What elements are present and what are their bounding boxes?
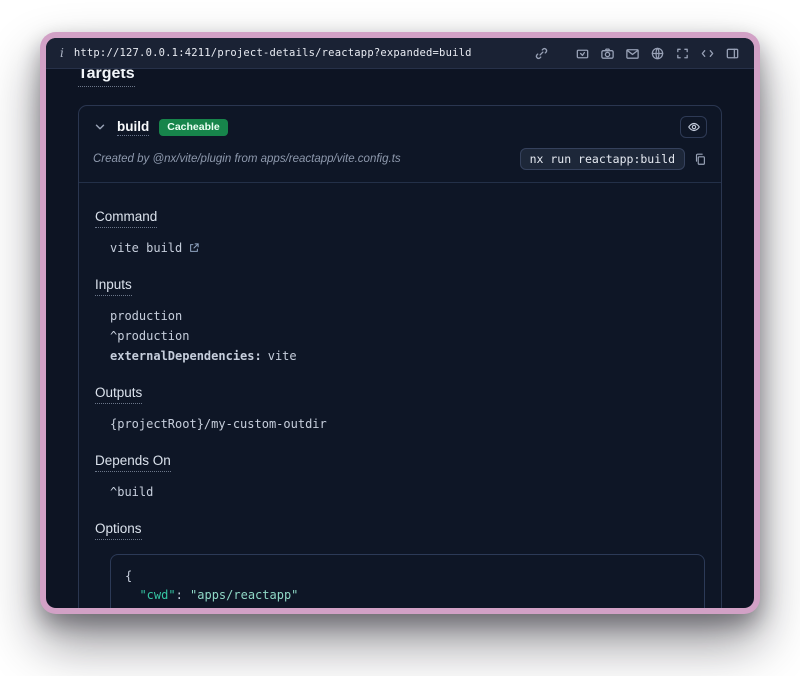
url-text[interactable]: http://127.0.0.1:4211/project-details/re…: [74, 47, 472, 59]
created-by-text: Created by @nx/vite/plugin from apps/rea…: [93, 153, 401, 165]
code-icon[interactable]: [700, 46, 715, 61]
browser-window: i http://127.0.0.1:4211/project-details/…: [40, 32, 760, 614]
outputs-section-heading: Outputs: [95, 385, 142, 404]
topbar-actions: [534, 46, 740, 61]
chevron-down-icon[interactable]: [93, 120, 107, 134]
run-command-chip[interactable]: nx run reactapp:build: [520, 148, 685, 170]
options-code-open: {: [125, 567, 690, 586]
external-deps-value: vite: [268, 349, 297, 363]
panel-icon[interactable]: [725, 46, 740, 61]
command-value: vite build: [110, 241, 182, 255]
inputs-section-heading: Inputs: [95, 277, 132, 296]
depends-on-item: ^build: [110, 485, 705, 499]
link-icon[interactable]: [534, 46, 549, 61]
output-item: {projectRoot}/my-custom-outdir: [110, 417, 705, 431]
view-target-eye-button[interactable]: [680, 116, 707, 138]
input-item-external-deps: externalDependencies: vite: [110, 349, 705, 363]
external-deps-key: externalDependencies:: [110, 349, 262, 363]
project-details-content[interactable]: Targets build Cacheable C: [46, 69, 754, 608]
camera-icon[interactable]: [600, 46, 615, 61]
targets-heading: Targets: [78, 69, 135, 87]
options-code-block: { "cwd": "apps/reactapp" }: [110, 554, 705, 608]
globe-icon[interactable]: [650, 46, 665, 61]
input-item: production: [110, 309, 705, 323]
external-link-icon[interactable]: [188, 242, 200, 254]
build-card-body: Command vite build Inputs production ^pr…: [79, 183, 721, 608]
mail-icon[interactable]: [625, 46, 640, 61]
input-item: ^production: [110, 329, 705, 343]
options-code-close: }: [125, 605, 690, 608]
options-code-cwd-line: "cwd": "apps/reactapp": [125, 586, 690, 605]
cacheable-badge: Cacheable: [159, 119, 228, 136]
depends-on-section-heading: Depends On: [95, 453, 171, 472]
scan-icon[interactable]: [675, 46, 690, 61]
copy-icon[interactable]: [693, 152, 707, 166]
run-command-group: nx run reactapp:build: [520, 148, 707, 170]
browser-viewport: i http://127.0.0.1:4211/project-details/…: [46, 38, 754, 608]
inspect-icon[interactable]: [575, 46, 590, 61]
build-card-header: build Cacheable Created by @nx/vite/plug…: [79, 106, 721, 183]
command-section-heading: Command: [95, 209, 157, 228]
options-section-heading: Options: [95, 521, 142, 540]
info-icon[interactable]: i: [60, 46, 64, 60]
target-name-build[interactable]: build: [117, 119, 149, 136]
build-target-card: build Cacheable Created by @nx/vite/plug…: [78, 105, 722, 608]
browser-topbar: i http://127.0.0.1:4211/project-details/…: [46, 38, 754, 69]
